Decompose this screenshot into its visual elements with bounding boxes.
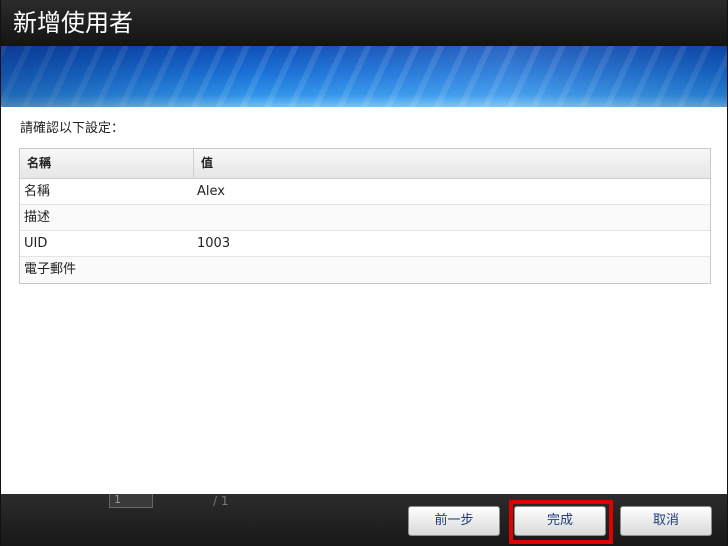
settings-table: 名稱 值 名稱 Alex 描述 UID 1003 電子郵件 — [19, 148, 711, 284]
row-name: UID — [24, 236, 48, 251]
finish-button[interactable]: 完成 — [514, 506, 606, 536]
previous-button[interactable]: 前一步 — [408, 506, 500, 536]
table-row[interactable]: 描述 — [20, 205, 710, 231]
dialog-footer: 1 / 1 — [1, 494, 727, 546]
column-header-value[interactable]: 值 — [194, 149, 710, 178]
table-row[interactable]: UID 1003 — [20, 231, 710, 257]
row-value — [194, 257, 710, 283]
row-name: 名稱 — [24, 184, 51, 199]
banner-shine — [1, 46, 727, 107]
table-row[interactable]: 名稱 Alex — [20, 179, 710, 205]
dialog-title: 新增使用者 — [13, 9, 133, 37]
row-value: Alex — [197, 184, 225, 199]
add-user-dialog: 新增使用者 請確認以下設定： 名稱 值 名稱 Alex 描述 UID 1003 … — [0, 0, 728, 546]
table-row[interactable]: 電子郵件 — [20, 257, 710, 283]
dialog-title-bar[interactable]: 新增使用者 — [1, 0, 727, 46]
column-header-name[interactable]: 名稱 — [20, 149, 194, 178]
row-value — [194, 205, 710, 230]
row-name: 描述 — [24, 210, 51, 225]
dialog-banner — [1, 46, 727, 107]
row-name: 電子郵件 — [24, 262, 77, 277]
background-page-input: 1 — [109, 494, 153, 508]
background-pager-total: / 1 — [213, 494, 229, 508]
row-value: 1003 — [197, 236, 231, 251]
cancel-button[interactable]: 取消 — [620, 506, 712, 536]
table-header: 名稱 值 — [20, 149, 710, 179]
confirm-prompt: 請確認以下設定： — [20, 121, 125, 136]
